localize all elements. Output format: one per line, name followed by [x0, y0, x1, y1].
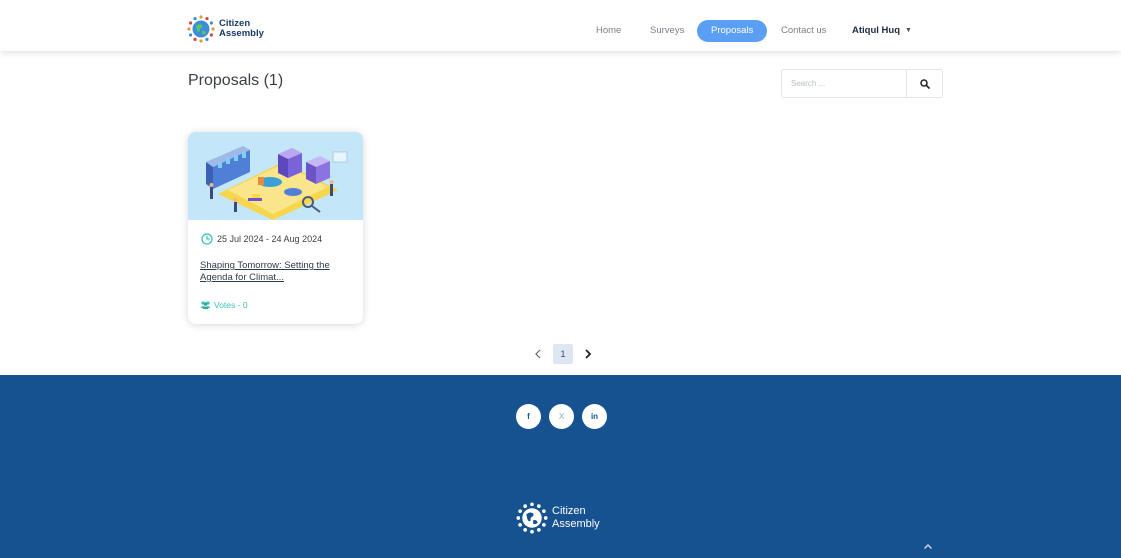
nav-item-contact-us[interactable]: Contact us: [781, 20, 826, 42]
main-nav: Home Surveys Proposals Contact us Atiqul…: [0, 20, 1121, 42]
facebook-icon[interactable]: f: [516, 404, 541, 429]
proposal-card[interactable]: 25 Jul 2024 - 24 Aug 2024 Shaping Tomorr…: [188, 132, 363, 324]
footer: f X in Citizen Assembly: [0, 375, 1121, 558]
nav-item-proposals[interactable]: Proposals: [697, 20, 768, 42]
proposal-title-link[interactable]: Shaping Tomorrow: Setting the Agenda for…: [200, 260, 355, 284]
clock-icon: [201, 233, 213, 245]
footer-brand-name: Citizen Assembly: [552, 505, 600, 530]
user-menu[interactable]: Atiqul Huq ▼: [852, 20, 912, 42]
globe-logo-icon: [516, 502, 548, 534]
pagination: 1: [529, 343, 597, 365]
page-title: Proposals (1): [188, 72, 284, 89]
user-name: Atiqul Huq: [852, 25, 901, 36]
chevron-right-icon: [585, 349, 592, 359]
search-input[interactable]: [782, 70, 906, 97]
search-icon: [919, 78, 930, 89]
proposal-illustration: [188, 132, 363, 220]
search-button[interactable]: [906, 70, 942, 97]
social-links: f X in: [516, 404, 615, 429]
search-box: [781, 69, 943, 98]
users-icon: [200, 301, 211, 309]
top-navbar: Citizen Assembly Home Surveys Proposals …: [0, 0, 1121, 51]
proposal-date: 25 Jul 2024 - 24 Aug 2024: [201, 233, 322, 245]
proposal-votes: Votes - 0: [200, 300, 248, 310]
footer-brand-logo: Citizen Assembly: [516, 502, 600, 534]
scroll-to-top-button[interactable]: [921, 540, 935, 552]
linkedin-icon[interactable]: in: [582, 404, 607, 429]
proposal-date-range: 25 Jul 2024 - 24 Aug 2024: [217, 234, 323, 244]
nav-item-home[interactable]: Home: [596, 20, 621, 42]
next-page-button[interactable]: [579, 343, 597, 365]
chevron-left-icon: [535, 349, 541, 359]
previous-page-button[interactable]: [529, 343, 547, 365]
x-icon[interactable]: X: [549, 404, 574, 429]
page-number-current[interactable]: 1: [553, 344, 573, 364]
caret-down-icon: ▼: [905, 27, 912, 34]
chevron-up-icon: [923, 543, 933, 549]
votes-count: Votes - 0: [214, 300, 248, 310]
isometric-city-illustration: [188, 132, 363, 220]
nav-item-surveys[interactable]: Surveys: [650, 20, 684, 42]
